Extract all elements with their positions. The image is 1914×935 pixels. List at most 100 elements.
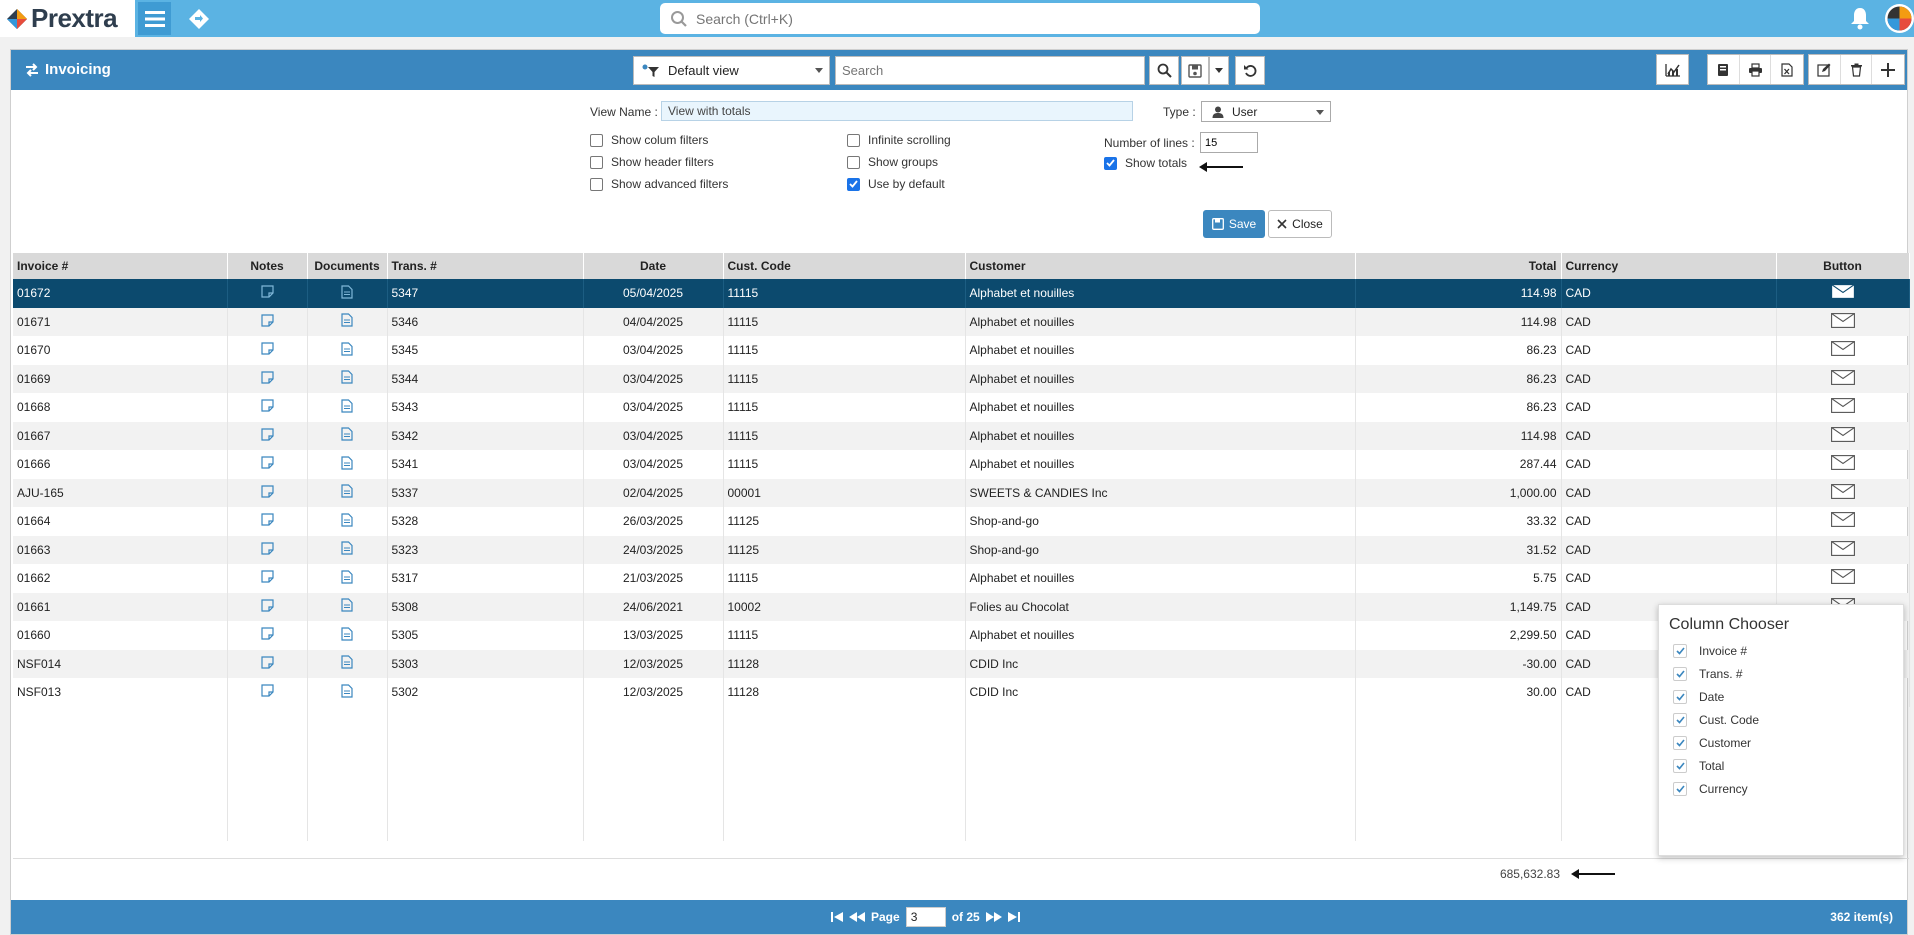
notes-cell[interactable] [227, 421, 308, 450]
checkbox-box[interactable] [590, 177, 603, 191]
table-row[interactable]: AJU-165 5337 02/04/2025 00001 SWEETS & CANDI… [13, 478, 1910, 507]
column-header-customer[interactable]: Customer [965, 253, 1356, 279]
checkbox-box[interactable] [847, 133, 860, 147]
search-button[interactable] [1149, 56, 1179, 85]
documents-cell[interactable] [307, 564, 388, 593]
notes-cell[interactable] [227, 621, 308, 650]
edit-button[interactable] [1809, 55, 1841, 84]
navigate-button[interactable] [186, 6, 211, 31]
documents-cell[interactable] [307, 279, 388, 308]
button-cell[interactable] [1776, 507, 1910, 536]
save-view-button[interactable] [1181, 56, 1209, 85]
view-select[interactable]: Default view [633, 56, 830, 85]
documents-cell[interactable] [307, 507, 388, 536]
column-header-trans[interactable]: Trans. # [387, 253, 584, 279]
table-row[interactable]: 01666 5341 03/04/2025 11115 Alphabet et noui… [13, 450, 1910, 479]
checkbox-box-checked[interactable] [1104, 156, 1117, 170]
checkbox-box-checked[interactable] [847, 177, 860, 191]
checkbox-box-checked[interactable] [1673, 736, 1687, 750]
button-cell[interactable] [1776, 564, 1910, 593]
notes-cell[interactable] [227, 535, 308, 564]
column-header-currency[interactable]: Currency [1561, 253, 1777, 279]
page-number-input[interactable] [905, 907, 946, 927]
checkbox-box[interactable] [847, 155, 860, 169]
button-cell[interactable] [1776, 478, 1910, 507]
table-row[interactable]: 01667 5342 03/04/2025 11115 Alphabet et noui… [13, 421, 1910, 450]
type-select[interactable]: User [1201, 101, 1331, 122]
table-row[interactable]: 01662 5317 21/03/2025 11115 Alphabet et noui… [13, 564, 1910, 593]
table-row[interactable]: 01669 5344 03/04/2025 11115 Alphabet et noui… [13, 364, 1910, 393]
grid-search-input[interactable] [835, 56, 1145, 85]
column-chooser-item[interactable]: Trans. # [1673, 667, 1743, 681]
checkbox-box-checked[interactable] [1673, 713, 1687, 727]
excel-export-button[interactable] [1771, 55, 1803, 84]
logo[interactable]: Prextra [0, 0, 135, 37]
documents-cell[interactable] [307, 478, 388, 507]
show-header-filters-checkbox[interactable]: Show header filters [590, 155, 714, 169]
checkbox-box-checked[interactable] [1673, 690, 1687, 704]
column-header-button[interactable]: Button [1776, 253, 1910, 279]
hamburger-menu-button[interactable] [138, 2, 171, 35]
documents-cell[interactable] [307, 336, 388, 365]
book-button[interactable] [1708, 55, 1740, 84]
notes-cell[interactable] [227, 279, 308, 308]
notes-cell[interactable] [227, 393, 308, 422]
use-by-default-checkbox[interactable]: Use by default [847, 177, 945, 191]
global-search-box[interactable] [660, 3, 1260, 34]
view-name-input[interactable] [661, 101, 1133, 121]
documents-cell[interactable] [307, 450, 388, 479]
table-row[interactable]: 01671 5346 04/04/2025 11115 Alphabet et noui… [13, 307, 1910, 336]
show-totals-checkbox[interactable]: Show totals [1104, 156, 1187, 170]
column-chooser-item[interactable]: Customer [1673, 736, 1751, 750]
table-row[interactable]: 01660 5305 13/03/2025 11115 Alphabet et noui… [13, 621, 1910, 650]
column-header-invoice[interactable]: Invoice # [13, 253, 228, 279]
button-cell[interactable] [1776, 535, 1910, 564]
column-header-notes[interactable]: Notes [227, 253, 308, 279]
documents-cell[interactable] [307, 535, 388, 564]
reset-button[interactable] [1235, 56, 1265, 85]
column-chooser-item[interactable]: Cust. Code [1673, 713, 1759, 727]
notes-cell[interactable] [227, 478, 308, 507]
checkbox-box-checked[interactable] [1673, 782, 1687, 796]
number-of-lines-input[interactable] [1200, 132, 1258, 153]
notes-cell[interactable] [227, 507, 308, 536]
notes-cell[interactable] [227, 450, 308, 479]
documents-cell[interactable] [307, 621, 388, 650]
notes-cell[interactable] [227, 336, 308, 365]
save-button[interactable]: Save [1203, 210, 1265, 238]
column-chooser-item[interactable]: Currency [1673, 782, 1748, 796]
last-page-icon[interactable] [1007, 911, 1020, 923]
button-cell[interactable] [1776, 336, 1910, 365]
first-page-icon[interactable] [831, 911, 843, 923]
checkbox-box-checked[interactable] [1673, 667, 1687, 681]
print-button[interactable] [1740, 55, 1772, 84]
user-avatar[interactable] [1885, 4, 1914, 33]
close-button[interactable]: Close [1268, 210, 1332, 238]
documents-cell[interactable] [307, 307, 388, 336]
column-header-total[interactable]: Total [1355, 253, 1562, 279]
notes-cell[interactable] [227, 364, 308, 393]
button-cell[interactable] [1776, 307, 1910, 336]
column-chooser-item[interactable]: Date [1673, 690, 1724, 704]
add-button[interactable] [1872, 55, 1904, 84]
column-header-documents[interactable]: Documents [307, 253, 388, 279]
checkbox-box-checked[interactable] [1673, 759, 1687, 773]
documents-cell[interactable] [307, 364, 388, 393]
button-cell[interactable] [1776, 421, 1910, 450]
checkbox-box[interactable] [590, 133, 603, 147]
table-row[interactable]: 01668 5343 03/04/2025 11115 Alphabet et noui… [13, 393, 1910, 422]
next-page-icon[interactable] [985, 911, 1002, 923]
button-cell[interactable] [1776, 393, 1910, 422]
infinite-scrolling-checkbox[interactable]: Infinite scrolling [847, 133, 951, 147]
show-groups-checkbox[interactable]: Show groups [847, 155, 938, 169]
global-search-input[interactable] [696, 10, 1196, 27]
show-column-filters-checkbox[interactable]: Show colum filters [590, 133, 708, 147]
notes-cell[interactable] [227, 564, 308, 593]
chart-button[interactable] [1657, 55, 1688, 84]
documents-cell[interactable] [307, 421, 388, 450]
button-cell[interactable] [1776, 364, 1910, 393]
notifications-button[interactable] [1847, 5, 1873, 31]
documents-cell[interactable] [307, 592, 388, 621]
column-chooser-item[interactable]: Invoice # [1673, 644, 1747, 658]
previous-page-icon[interactable] [849, 911, 865, 923]
